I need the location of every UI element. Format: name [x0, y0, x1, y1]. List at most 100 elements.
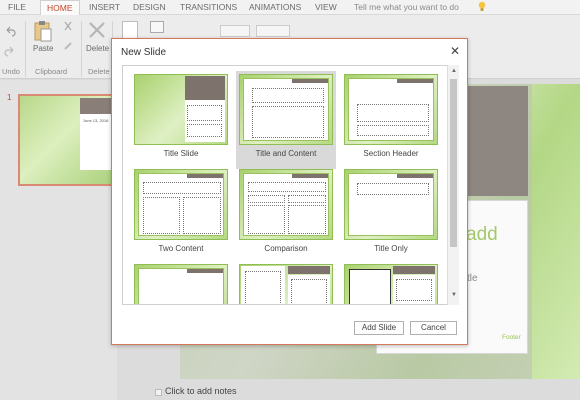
layout-right-content — [183, 197, 221, 234]
layout-thumbnail — [344, 264, 438, 304]
thumb-date-text: June 13, 2016 — [83, 118, 109, 123]
tab-view[interactable]: VIEW — [309, 0, 343, 15]
close-icon[interactable]: ✕ — [450, 44, 460, 58]
layout-thumbnail — [239, 74, 333, 145]
tab-transitions[interactable]: TRANSITIONS — [174, 0, 243, 15]
layout-picture-area — [349, 269, 391, 304]
layout-accent-bar — [393, 266, 435, 274]
cancel-button[interactable]: Cancel — [410, 321, 457, 335]
layout-thumbnail — [134, 264, 228, 304]
layout-thumbnail — [344, 169, 438, 240]
paste-label[interactable]: Paste — [33, 44, 53, 53]
new-slide-dialog: New Slide ✕ Title Slide Title and Conten… — [111, 38, 468, 345]
slide-photo-placeholder — [460, 86, 528, 196]
layout-accent-bar — [292, 174, 328, 178]
layout-name: Two Content — [158, 244, 204, 253]
tab-insert[interactable]: INSERT — [83, 0, 126, 15]
delete-icon[interactable] — [88, 21, 106, 39]
layout-picture-with-caption[interactable] — [341, 261, 441, 304]
layout-title-placeholder — [143, 182, 221, 194]
slide-footer: Footer — [502, 334, 521, 341]
layout-section-header[interactable]: Section Header — [341, 71, 441, 169]
layout-name: Section Header — [363, 149, 419, 158]
layout-accent-bar — [187, 174, 223, 178]
layout-caption-placeholder — [245, 271, 281, 304]
layout-blank[interactable] — [131, 261, 231, 304]
group-clipboard-label: Clipboard — [35, 67, 68, 76]
layout-title-placeholder — [357, 183, 429, 195]
layout-title-placeholder — [357, 104, 429, 122]
layout-title-only[interactable]: Title Only — [341, 166, 441, 264]
layout-caption-placeholder — [396, 279, 432, 301]
format-painter-icon[interactable] — [63, 41, 73, 51]
font-name-box[interactable] — [220, 25, 250, 37]
layout-accent-bar — [397, 174, 433, 178]
layout-photo-block — [185, 76, 225, 100]
layout-accent-bar — [187, 269, 223, 273]
tab-file[interactable]: FILE — [2, 0, 32, 15]
layout-thumbnail — [134, 169, 228, 240]
scroll-down-icon[interactable]: ▼ — [451, 292, 457, 298]
slide-thumbnail[interactable]: June 13, 2016 — [18, 94, 118, 186]
layout-title-placeholder — [187, 105, 222, 121]
scroll-thumb[interactable] — [450, 79, 457, 247]
layout-thumbnail — [239, 169, 333, 240]
layout-two-content[interactable]: Two Content — [131, 166, 231, 264]
layout-left-heading — [248, 195, 285, 203]
layout-right-content — [288, 205, 326, 234]
cut-icon[interactable] — [63, 21, 73, 31]
layout-subtitle-placeholder — [187, 124, 222, 137]
add-slide-button[interactable]: Add Slide — [354, 321, 404, 335]
layout-title-and-content[interactable]: Title and Content — [236, 71, 336, 169]
group-delete-label: Delete — [88, 67, 110, 76]
group-undo-label: Undo — [2, 67, 20, 76]
layout-icon[interactable] — [150, 21, 164, 33]
layout-inner — [138, 173, 224, 236]
layout-left-content — [248, 205, 285, 234]
layout-title-slide[interactable]: Title Slide — [131, 71, 231, 169]
layout-accent-bar — [288, 266, 330, 274]
slide-subtitle-text[interactable]: tle — [467, 273, 478, 284]
layout-title-placeholder — [252, 88, 324, 103]
ribbon-tab-bar: FILE HOME INSERT DESIGN TRANSITIONS ANIM… — [0, 0, 580, 15]
layout-inner — [243, 78, 329, 141]
font-size-box[interactable] — [256, 25, 290, 37]
layout-accent-bar — [292, 79, 328, 83]
slide-title-text[interactable]: add — [466, 224, 498, 246]
layout-gallery: Title Slide Title and Content Section He… — [122, 65, 459, 305]
layout-thumbnail — [344, 74, 438, 145]
layout-left-content — [143, 197, 180, 234]
paste-icon[interactable] — [34, 20, 52, 42]
layout-content-placeholder — [252, 106, 324, 138]
layout-thumbnail — [134, 74, 228, 145]
layout-content-placeholder — [291, 279, 327, 304]
layout-inner — [348, 173, 434, 236]
layout-name: Title and Content — [255, 149, 317, 158]
layout-inner — [138, 268, 224, 304]
layout-inner — [243, 173, 329, 236]
layout-thumbnail — [239, 264, 333, 304]
scroll-up-icon[interactable]: ▲ — [451, 68, 457, 74]
tell-me-box[interactable]: Tell me what you want to do — [354, 0, 459, 14]
layout-name: Comparison — [264, 244, 308, 253]
dialog-title: New Slide — [121, 47, 167, 58]
layout-name: Title Only — [374, 244, 408, 253]
layout-comparison[interactable]: Comparison — [236, 166, 336, 264]
slide-number: 1 — [7, 93, 12, 102]
layout-text-placeholder — [357, 125, 429, 136]
notes-placeholder[interactable]: Click to add notes — [165, 386, 237, 396]
undo-icon[interactable] — [4, 25, 16, 37]
layout-title-placeholder — [248, 182, 326, 192]
delete-label[interactable]: Delete — [86, 44, 109, 53]
tab-design[interactable]: DESIGN — [127, 0, 172, 15]
lightbulb-icon — [478, 1, 486, 11]
layout-right-heading — [288, 195, 326, 203]
notes-toggle[interactable] — [155, 389, 162, 396]
gallery-scrollbar[interactable]: ▲ ▼ — [447, 65, 459, 305]
tab-home[interactable]: HOME — [40, 0, 80, 15]
layout-content-with-caption[interactable] — [236, 261, 336, 304]
layout-accent-bar — [397, 79, 433, 83]
tab-animations[interactable]: ANIMATIONS — [243, 0, 307, 15]
layout-inner — [348, 78, 434, 141]
redo-icon[interactable] — [4, 45, 16, 57]
